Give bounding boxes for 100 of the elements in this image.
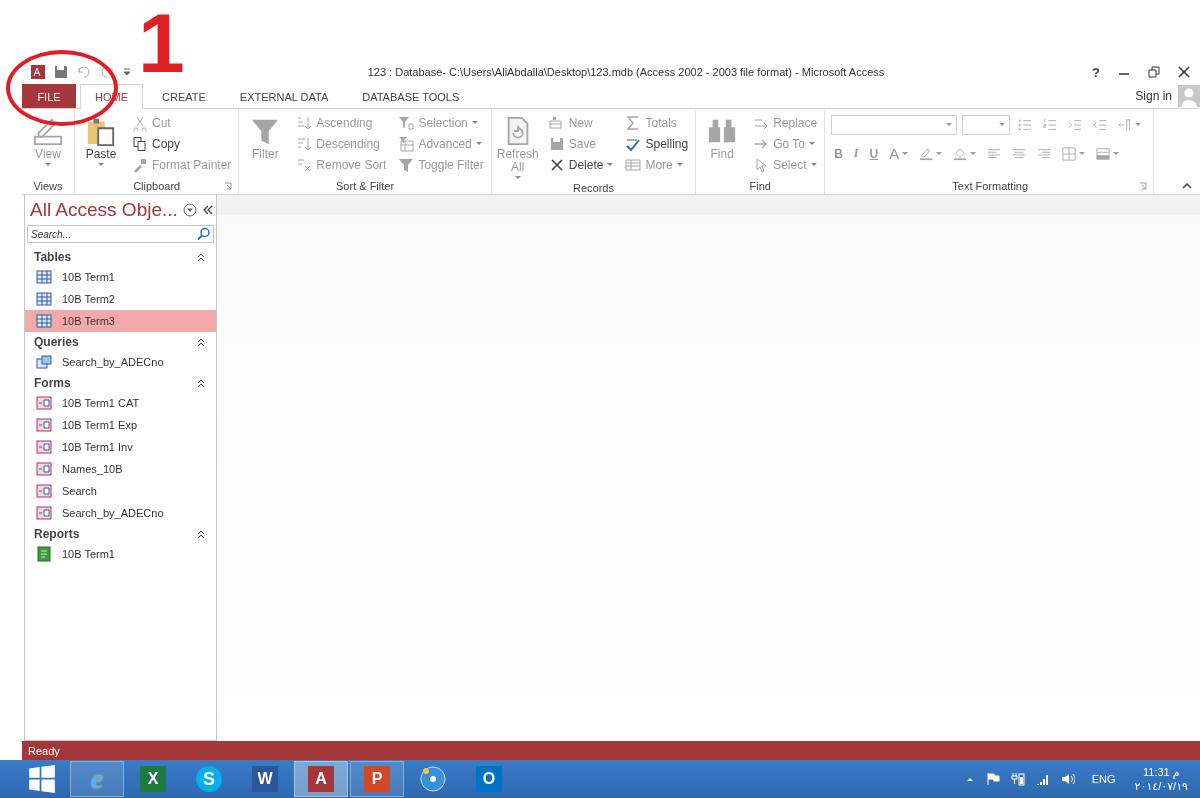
funnel-icon xyxy=(398,156,415,173)
numbered-list-icon xyxy=(1043,118,1058,132)
outlook-taskbar-button[interactable]: O xyxy=(462,761,516,797)
copy-icon xyxy=(132,135,148,152)
caret-icon xyxy=(676,162,683,167)
caret-icon xyxy=(1113,151,1120,156)
scissors-icon xyxy=(132,114,148,131)
group-header[interactable]: Reports xyxy=(25,524,216,543)
language-indicator[interactable]: ENG xyxy=(1091,773,1116,785)
dialog-launcher-icon[interactable] xyxy=(1139,182,1148,190)
undo-icon[interactable] xyxy=(76,64,92,80)
signal-bars-icon[interactable] xyxy=(1035,772,1050,786)
group-label: Views xyxy=(33,179,63,192)
clear-sort-icon xyxy=(296,156,313,173)
access-taskbar-button[interactable]: A xyxy=(294,761,348,797)
object-item[interactable]: Search_by_ADECno xyxy=(25,351,216,373)
object-item[interactable]: 10B Term3 xyxy=(25,310,216,332)
object-item[interactable]: 10B Term1 xyxy=(25,266,216,288)
object-item[interactable]: Search xyxy=(25,480,216,502)
save-icon[interactable] xyxy=(53,64,69,80)
filter-selection-icon xyxy=(398,114,415,131)
object-item[interactable]: 10B Term2 xyxy=(25,288,216,310)
double-chevron-up-icon xyxy=(196,336,206,347)
group-label: Sort & Filter xyxy=(336,179,395,192)
word-taskbar-button[interactable]: W xyxy=(238,761,292,797)
group-header[interactable]: Forms xyxy=(25,373,216,392)
paintbrush-icon xyxy=(132,156,148,173)
object-item[interactable]: 10B Term1 CAT xyxy=(25,392,216,414)
object-item[interactable]: 10B Term1 Inv xyxy=(25,436,216,458)
sort-descending-icon xyxy=(296,135,313,152)
form-icon xyxy=(36,395,52,411)
file-tab[interactable]: FILE xyxy=(22,84,76,108)
clock-date: ٢٠١٤/٠٧/١٩ xyxy=(1134,779,1188,793)
collapse-ribbon-icon[interactable] xyxy=(1182,183,1192,189)
caret-icon xyxy=(946,123,953,127)
more-grid-icon xyxy=(625,156,642,173)
alternate-row-icon xyxy=(1096,146,1111,161)
user-avatar-icon[interactable] xyxy=(1178,85,1200,107)
search-field[interactable]: Search... xyxy=(27,225,214,243)
dialog-launcher-icon[interactable] xyxy=(224,182,233,190)
close-icon[interactable] xyxy=(1178,66,1190,78)
caret-icon xyxy=(475,141,482,146)
ribbon-button[interactable]: Delete xyxy=(545,154,617,175)
object-item[interactable]: Names_10B xyxy=(25,458,216,480)
double-chevron-left-icon[interactable] xyxy=(201,204,214,216)
paragraph-direction-icon xyxy=(1118,118,1133,132)
customize-toolbar-icon[interactable] xyxy=(122,67,132,77)
restore-icon[interactable] xyxy=(1148,66,1160,78)
speaker-icon[interactable] xyxy=(1060,772,1075,786)
form-icon xyxy=(36,483,52,499)
double-chevron-up-icon xyxy=(196,528,206,539)
caret-icon xyxy=(999,123,1006,127)
disc-icon xyxy=(419,765,447,793)
caret-icon xyxy=(936,151,943,156)
group-header[interactable]: Tables xyxy=(25,247,216,266)
form-icon xyxy=(36,417,52,433)
advanced-filter-icon xyxy=(398,135,415,152)
group-title: Tables xyxy=(34,249,72,264)
flag-icon[interactable] xyxy=(985,772,1000,786)
object-item[interactable]: Search_by_ADECno xyxy=(25,502,216,524)
align-left-icon xyxy=(987,146,1002,161)
windows-start-icon[interactable] xyxy=(28,765,56,793)
powerpoint-taskbar-button[interactable]: P xyxy=(350,761,404,797)
group-label: Clipboard xyxy=(133,179,181,192)
new-record-icon xyxy=(548,114,565,131)
help-button[interactable]: ? xyxy=(1092,64,1100,80)
report-icon xyxy=(36,546,52,562)
object-item[interactable]: 10B Term1 xyxy=(25,543,216,565)
ribbon-button[interactable]: Copy xyxy=(129,133,235,154)
excel-taskbar-button[interactable]: X xyxy=(126,761,180,797)
align-center-icon xyxy=(1012,146,1027,161)
battery-plug-icon[interactable] xyxy=(1010,772,1025,786)
sign-in-link[interactable]: Sign in xyxy=(1135,89,1172,103)
caret-icon xyxy=(45,163,51,167)
group-header[interactable]: Queries xyxy=(25,332,216,351)
search-icon[interactable] xyxy=(197,227,211,241)
sort-ascending-icon xyxy=(296,114,313,131)
dropdown-circle-icon[interactable] xyxy=(182,203,197,217)
clock[interactable]: 11:31 م ٢٠١٤/٠٧/١٩ xyxy=(1134,765,1188,793)
align-right-icon xyxy=(1037,146,1052,161)
caret-icon xyxy=(514,176,521,180)
caret-icon xyxy=(808,141,815,146)
clipboard-icon xyxy=(86,116,116,146)
indent-icon xyxy=(1068,118,1083,132)
access-logo-icon xyxy=(30,64,46,80)
group-label: Records xyxy=(572,181,614,194)
group-label: Text Formatting xyxy=(952,179,1029,192)
form-icon xyxy=(36,439,52,455)
ribbon-button[interactable]: Spelling xyxy=(622,133,692,154)
object-item[interactable]: 10B Term1 Exp xyxy=(25,414,216,436)
double-chevron-up-icon xyxy=(196,377,206,388)
paint-bucket-icon xyxy=(953,146,968,161)
group-title: Reports xyxy=(34,526,80,541)
save-icon xyxy=(548,135,565,152)
caret-icon xyxy=(1135,123,1142,127)
status-text: Ready xyxy=(28,744,60,757)
ribbon-button[interactable]: Paste xyxy=(79,112,123,168)
gridlines-icon xyxy=(1062,146,1077,161)
delete-icon xyxy=(548,156,565,173)
caret-icon xyxy=(810,162,817,167)
